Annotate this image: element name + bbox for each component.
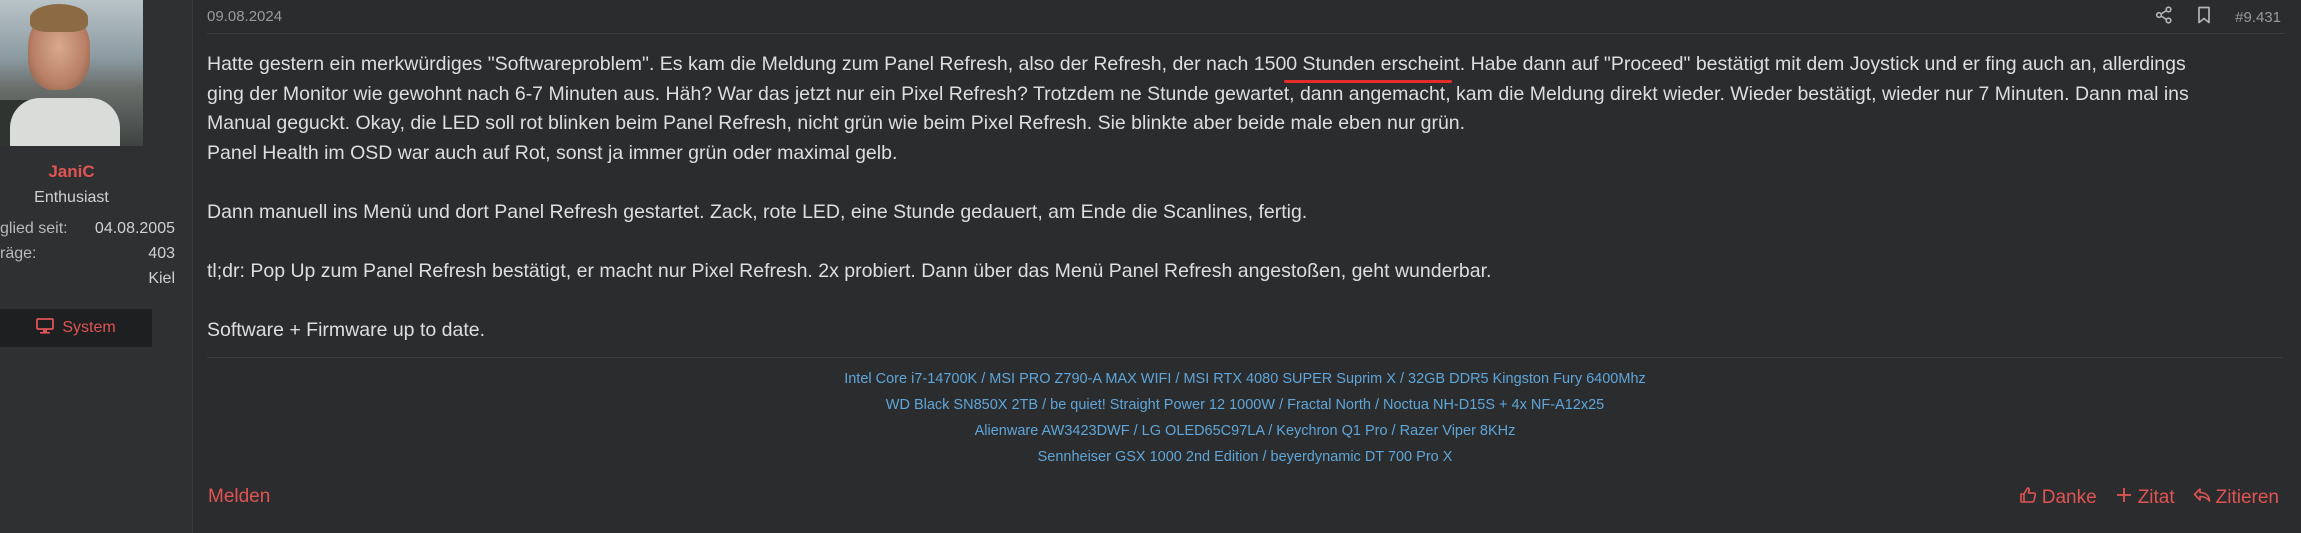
location-value: Kiel — [148, 270, 175, 287]
post-body: Hatte gestern ein merkwürdiges "Software… — [207, 50, 2217, 345]
signature-divider — [207, 357, 2283, 358]
signature-line[interactable]: WD Black SN850X 2TB / be quiet! Straight… — [207, 392, 2283, 418]
thanks-label: Danke — [2041, 487, 2097, 508]
signature-line[interactable]: Sennheiser GSX 1000 2nd Edition / beyerd… — [207, 444, 2283, 470]
system-button-label: System — [62, 319, 116, 336]
user-title: Enthusiast — [34, 189, 109, 206]
reply-quote-button[interactable]: Zitieren — [2193, 486, 2279, 510]
monitor-icon — [36, 317, 55, 339]
joined-label: glied seit: — [0, 220, 68, 237]
quote-button[interactable]: Zitat — [2115, 486, 2175, 510]
post-paragraph: Dann manuell ins Menü und dort Panel Ref… — [207, 200, 1308, 223]
reply-quote-label: Zitieren — [2215, 487, 2279, 508]
signature-line[interactable]: Alienware AW3423DWF / LG OLED65C97LA / K… — [207, 418, 2283, 444]
avatar[interactable] — [0, 0, 143, 146]
signature-line[interactable]: Intel Core i7-14700K / MSI PRO Z790-A MA… — [207, 366, 2283, 392]
report-link[interactable]: Melden — [208, 486, 270, 508]
header-divider — [207, 33, 2285, 34]
post-paragraph: tl;dr: Pop Up zum Panel Refresh bestätig… — [207, 259, 1492, 282]
quote-label: Zitat — [2137, 487, 2175, 508]
post-paragraph: Hatte gestern ein merkwürdiges "Software… — [207, 53, 2189, 134]
signature: Intel Core i7-14700K / MSI PRO Z790-A MA… — [207, 366, 2283, 470]
post-footer-actions: Danke Zitat Zitieren — [2019, 486, 2279, 510]
red-underline-annotation — [1284, 80, 1452, 83]
user-sidebar: JaniC Enthusiast glied seit: 04.08.2005 … — [0, 0, 193, 533]
post-paragraph: Software + Firmware up to date. — [207, 318, 485, 341]
joined-value: 04.08.2005 — [94, 220, 175, 237]
post-header-actions: #9.431 — [2155, 6, 2281, 29]
posts-value: 403 — [148, 245, 175, 262]
username[interactable]: JaniC — [0, 162, 143, 182]
thanks-button[interactable]: Danke — [2019, 486, 2097, 510]
reply-icon — [2193, 486, 2211, 510]
posts-label: räge: — [0, 245, 37, 262]
share-icon[interactable] — [2155, 6, 2173, 29]
post-date[interactable]: 09.08.2024 — [207, 8, 282, 25]
post-paragraph: Panel Health im OSD war auch auf Rot, so… — [207, 141, 898, 164]
system-button[interactable]: System — [0, 309, 152, 347]
thumbs-up-icon — [2019, 486, 2037, 510]
plus-icon — [2115, 486, 2133, 510]
post-number[interactable]: #9.431 — [2235, 9, 2281, 26]
bookmark-icon[interactable] — [2195, 6, 2213, 29]
